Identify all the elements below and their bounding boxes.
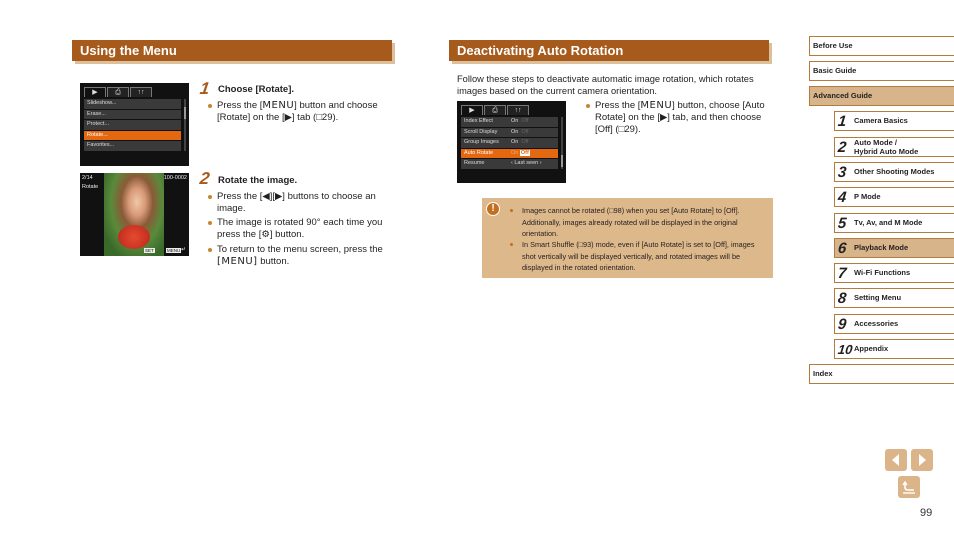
set-button-icon: SET: [144, 248, 155, 253]
step-2-title: Rotate the image.: [218, 175, 298, 186]
nav-chapter-10[interactable]: 10 Appendix: [834, 339, 954, 359]
menu-button-icon: MENU: [166, 248, 182, 253]
nav-chapter-6[interactable]: 6 Playback Mode: [834, 238, 954, 258]
setup-tab-icon: ↑↑: [507, 105, 529, 115]
step-2-bullet-2: The image is rotated 90° each time you p…: [208, 217, 393, 241]
arrow-right-icon: [919, 454, 926, 466]
camera-auto-rotate-menu-screenshot: ▶ ⎙ ↑↑ Index Effect On Off Scroll Display O…: [457, 101, 566, 183]
step-2-bullet-1: Press the [◀][▶] buttons to choose an im…: [208, 191, 393, 215]
camera-playback-screenshot: 2/14 Rotate 100-0002 SET MENU ↵: [80, 173, 189, 256]
nav-chapter-2[interactable]: 2 Auto Mode / Hybrid Auto Mode: [834, 137, 954, 157]
prev-page-button[interactable]: [885, 449, 907, 471]
nav-chapter-3[interactable]: 3 Other Shooting Modes: [834, 162, 954, 182]
print-tab-icon: ⎙: [484, 105, 506, 115]
step-1-bullet: Press the [MENU] button and choose [Rota…: [208, 100, 393, 124]
nav-chapter-8[interactable]: 8 Setting Menu: [834, 288, 954, 308]
section-header-using-the-menu: Using the Menu: [72, 40, 392, 61]
caution-box: ! Images cannot be rotated (□98) when yo…: [482, 198, 773, 278]
intro-text: Follow these steps to deactivate automat…: [457, 74, 754, 96]
caution-icon: !: [486, 202, 500, 216]
return-arrow-icon: [902, 480, 915, 494]
rotate-label: Rotate: [82, 184, 99, 190]
menu-key-icon: MENU: [262, 100, 295, 111]
back-button[interactable]: [898, 476, 920, 498]
nav-index[interactable]: Index: [809, 364, 954, 384]
camera-menu-screenshot: ▶ ⎙ ↑↑ Slideshow... Erase... Protect... …: [80, 83, 189, 166]
nav-basic-guide[interactable]: Basic Guide: [809, 61, 954, 81]
menu-scroll-thumb: [184, 107, 186, 119]
file-number: 100-0002: [163, 175, 187, 181]
menu-row-group-images: Group Images On Off: [461, 138, 558, 149]
menu-row-scroll-display: Scroll Display On Off: [461, 127, 558, 138]
menu-row-protect: Protect...: [84, 120, 181, 131]
menu-row-erase: Erase...: [84, 109, 181, 120]
menu-key-icon: [MENU]: [217, 256, 258, 267]
menu-row-index-effect: Index Effect On Off: [461, 117, 558, 128]
setup-tab-icon: ↑↑: [130, 87, 152, 97]
image-counter: 2/14: [82, 175, 93, 181]
menu-scroll-thumb: [561, 155, 563, 167]
print-tab-icon: ⎙: [107, 87, 129, 97]
playback-tab-icon: ▶: [461, 105, 483, 115]
menu-row-slideshow: Slideshow...: [84, 99, 181, 110]
menu-row-favorites: Favorites...: [84, 141, 181, 152]
page-number: 99: [920, 507, 933, 519]
return-icon: ↵: [181, 247, 187, 253]
nav-chapter-7[interactable]: 7 Wi-Fi Functions: [834, 263, 954, 283]
step-1-title: Choose [Rotate].: [218, 84, 294, 95]
photo-girl-eating-apple: [104, 173, 164, 256]
caution-bullet-2: In Smart Shuffle (□93) mode, even if [Au…: [510, 239, 765, 274]
next-page-button[interactable]: [911, 449, 933, 471]
apple-shape: [118, 225, 150, 249]
caution-bullet-1: Images cannot be rotated (□98) when you …: [510, 205, 765, 240]
step-1-number: 1: [198, 79, 211, 98]
playback-tab-icon: ▶: [84, 87, 106, 97]
menu-row-resume: Resume ‹ Last seen ›: [461, 159, 558, 170]
nav-chapter-1[interactable]: 1 Camera Basics: [834, 111, 954, 131]
step-2-number: 2: [198, 169, 211, 188]
nav-chapter-9[interactable]: 9 Accessories: [834, 314, 954, 334]
arrow-left-icon: [892, 454, 899, 466]
menu-row-rotate: Rotate...: [84, 130, 181, 141]
nav-advanced-guide[interactable]: Advanced Guide: [809, 86, 954, 106]
auto-rotate-bullet: Press the [MENU] button, choose [Auto Ro…: [586, 100, 774, 136]
section-header-deactivating-auto-rotation: Deactivating Auto Rotation: [449, 40, 769, 61]
menu-row-auto-rotate: Auto Rotate On Off: [461, 148, 558, 159]
nav-chapter-4[interactable]: 4P Mode: [834, 187, 954, 207]
nav-chapter-5[interactable]: 5 Tv, Av, and M Mode: [834, 213, 954, 233]
step-2-bullet-3: To return to the menu screen, press the …: [208, 244, 393, 268]
menu-key-icon: MENU: [640, 100, 673, 111]
nav-before-use[interactable]: Before Use: [809, 36, 954, 56]
